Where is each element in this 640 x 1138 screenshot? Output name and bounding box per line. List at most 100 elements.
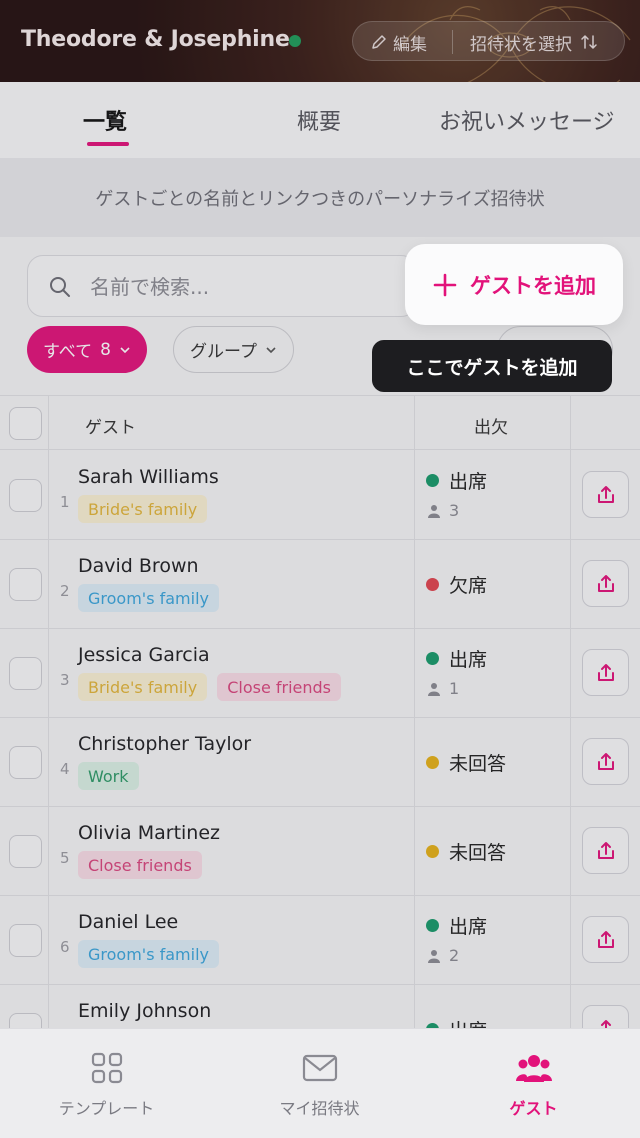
online-status-dot [289,35,301,47]
table-row[interactable]: 2 David Brown Groom's family 欠席 [0,540,640,629]
add-guest-label: ゲストを追加 [470,273,596,298]
share-button[interactable] [582,649,629,696]
table-row[interactable]: 3 Jessica Garcia Bride's family Close frien… [0,629,640,718]
guest-name: Sarah Williams [78,466,219,488]
share-button[interactable] [582,471,629,518]
party-size: 3 [427,501,459,520]
filter-all-chip[interactable]: すべて 8 [27,326,147,373]
table-row[interactable]: 4 Christopher Taylor Work 未回答 [0,718,640,807]
guest-name: Christopher Taylor [78,733,252,755]
row-checkbox[interactable] [9,1013,42,1028]
party-count: 1 [449,679,460,698]
status-label: 未回答 [449,842,507,864]
filter-group-chip[interactable]: グループ [173,326,294,373]
attendance-status: 未回答 [426,749,506,776]
add-guest-button[interactable]: ゲストを追加 [405,244,623,325]
share-button[interactable] [582,738,629,785]
pencil-icon [372,35,386,49]
guest-tags: Groom's family [78,584,219,612]
guest-tags: Work [78,762,139,790]
guest-tags: Bride's family [78,495,208,523]
row-checkbox[interactable] [9,657,42,690]
chevron-down-icon [266,346,276,353]
tab-messages[interactable]: お祝いメッセージ [439,104,615,136]
row-checkbox[interactable] [9,479,42,512]
share-icon [597,752,614,770]
nav-my-invitations[interactable]: マイ招待状 [213,1029,426,1138]
status-label: 出席 [449,471,488,493]
row-checkbox[interactable] [9,835,42,868]
chevron-down-icon [120,346,130,353]
status-label: 欠席 [449,575,488,597]
table-row[interactable]: 5 Olivia Martinez Close friends 未回答 [0,807,640,896]
table-row[interactable]: 1 Sarah Williams Bride's family 出席 3 [0,451,640,540]
edit-label: 編集 [393,34,427,55]
row-number: 3 [60,671,70,689]
app-header: Theodore & Josephine 編集 招待状を選択 [0,0,640,82]
tab-overview[interactable]: 概要 [297,104,341,136]
status-dot [426,652,439,665]
row-checkbox[interactable] [9,924,42,957]
nav-templates-label: テンプレート [58,1099,155,1118]
plus-icon [433,273,457,296]
status-dot [426,474,439,487]
column-header-attendance: 出欠 [474,418,508,438]
party-size: 1 [427,679,459,698]
select-all-checkbox[interactable] [9,407,42,440]
search-icon [50,277,70,297]
share-icon [597,663,614,681]
guest-name: Emily Johnson [78,1000,212,1022]
row-checkbox[interactable] [9,568,42,601]
share-icon [597,574,614,592]
status-label: 出席 [449,649,488,671]
share-button[interactable] [582,560,629,607]
guest-tags: Close friends [78,851,202,879]
column-divider [48,395,49,1028]
status-dot [426,845,439,858]
row-number: 2 [60,582,70,600]
envelope-icon [302,1054,337,1082]
search-box [27,255,417,317]
people-icon [515,1055,552,1082]
share-button[interactable] [582,916,629,963]
attendance-status: 出席 [426,1016,487,1028]
party-count: 2 [449,946,460,965]
table-row[interactable]: 6 Daniel Lee Groom's family 出席 2 [0,896,640,985]
share-icon [597,841,614,859]
status-dot [426,919,439,932]
group-tag: Work [78,762,139,790]
filter-all-count: 8 [100,339,111,360]
row-number: 1 [60,493,70,511]
nav-guests[interactable]: ゲスト [427,1029,640,1138]
attendance-status: 出席 [426,645,487,672]
row-number: 6 [60,938,70,956]
select-invitation-button[interactable]: 招待状を選択 [470,22,598,62]
person-icon [428,504,440,518]
guest-name: Jessica Garcia [78,644,210,666]
guest-tags: Bride's family Close friends [78,673,342,701]
row-checkbox[interactable] [9,746,42,779]
guest-tags: Groom's family [78,940,219,968]
tab-list[interactable]: 一覧 [83,104,127,136]
header-actions: 編集 招待状を選択 [352,21,625,61]
status-dot [426,578,439,591]
status-label: 出席 [449,916,488,938]
person-icon [428,949,440,963]
onboarding-tooltip: ここでゲストを追加 [372,340,612,392]
share-icon [597,930,614,948]
filter-group-label: グループ [190,342,257,362]
table-row[interactable]: 7Emily Johnson 出席 [0,985,640,1028]
couple-name: Theodore & Josephine [21,27,290,52]
nav-templates[interactable]: テンプレート [0,1029,213,1138]
divider [452,30,453,54]
share-button[interactable] [582,827,629,874]
status-label: 未回答 [449,753,507,775]
party-count: 3 [449,501,460,520]
tab-bar: 一覧 概要 お祝いメッセージ [0,82,640,158]
share-icon [597,485,614,503]
group-tag: Groom's family [78,584,219,612]
edit-button[interactable]: 編集 [371,22,427,62]
share-button[interactable] [582,1005,629,1028]
table-header: ゲスト 出欠 [0,395,640,450]
search-input[interactable] [90,266,400,308]
